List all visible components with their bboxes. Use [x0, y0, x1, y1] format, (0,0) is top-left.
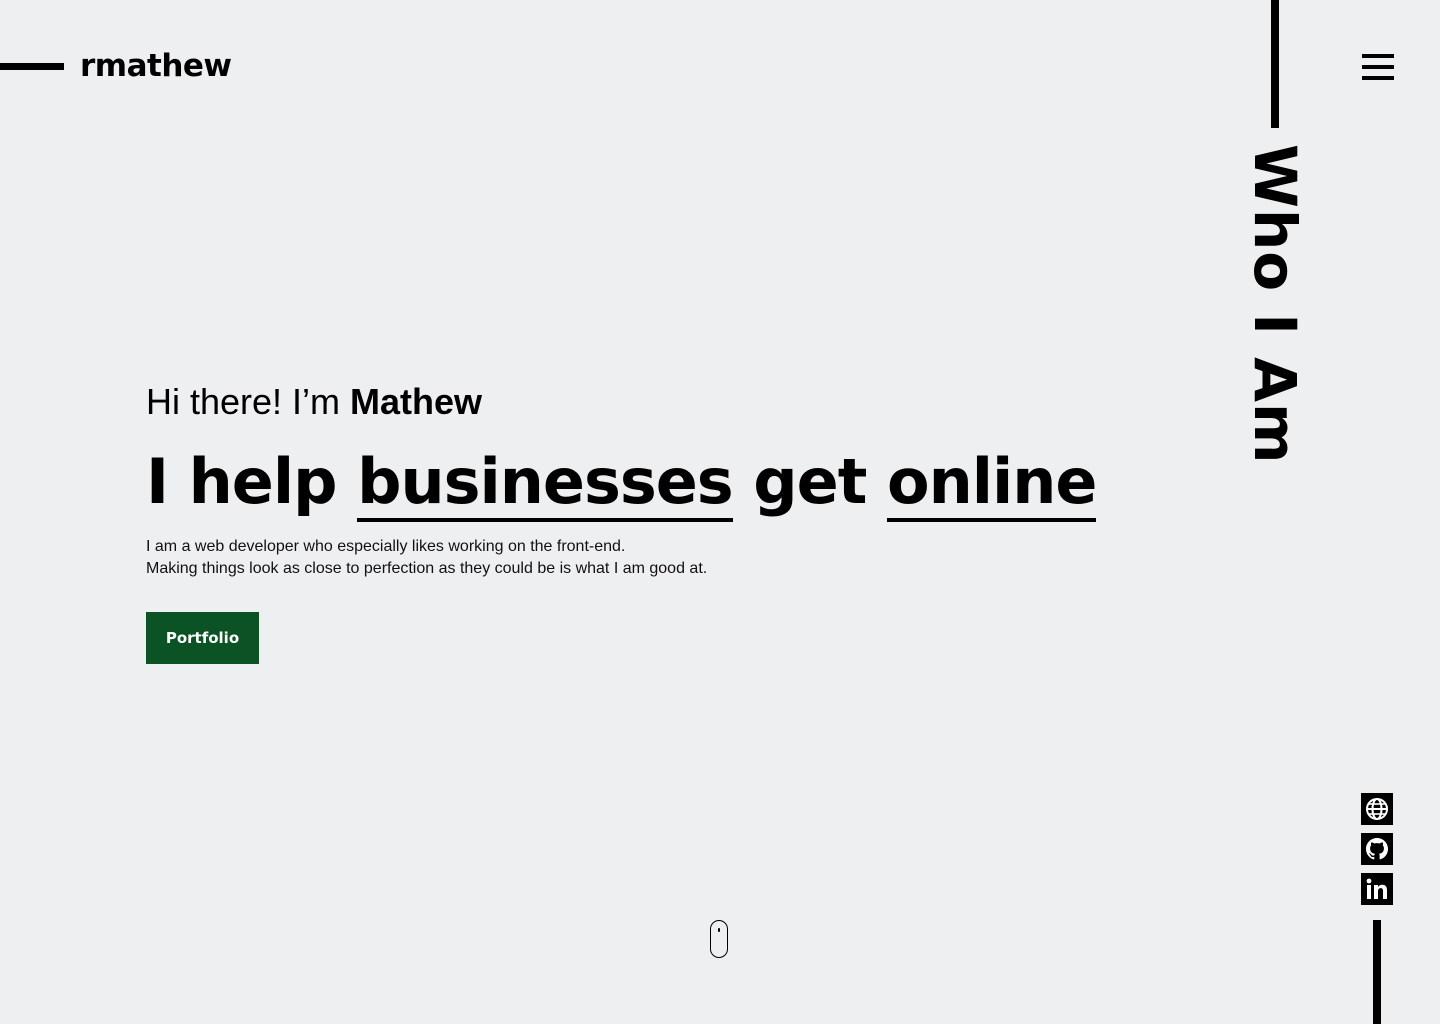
- scroll-mouse-icon: [710, 920, 728, 958]
- headline-underlined-word: businesses: [357, 445, 734, 522]
- headline-word: I help: [146, 445, 337, 518]
- page: rmathew Who I Am Hi there! I’m Mathew I …: [0, 0, 1440, 1024]
- portfolio-button[interactable]: Portfolio: [146, 612, 259, 664]
- greeting-name: Mathew: [350, 381, 483, 422]
- headline: I help businesses get online: [146, 444, 1097, 522]
- github-icon: [1366, 838, 1388, 860]
- headline-underlined-word: online: [886, 445, 1097, 522]
- greeting-prefix: Hi there! I’m: [146, 381, 351, 422]
- globe-icon: [1366, 798, 1388, 820]
- description-line: I am a web developer who especially like…: [146, 538, 626, 555]
- description-line: Making things look as close to perfectio…: [146, 560, 708, 577]
- logo[interactable]: rmathew: [80, 46, 232, 86]
- hamburger-menu-icon-bar: [1362, 65, 1394, 69]
- website-link[interactable]: [1361, 793, 1393, 825]
- vertical-line-bottom: [1373, 920, 1381, 1024]
- headline-word: get: [753, 445, 867, 518]
- section-title: Who I Am: [1241, 144, 1309, 465]
- hamburger-menu-icon: [1362, 54, 1394, 58]
- hamburger-menu-icon-bar: [1362, 76, 1394, 80]
- linkedin-icon: [1366, 878, 1387, 899]
- greeting: Hi there! I’m Mathew: [146, 380, 482, 424]
- logo-bar: [0, 63, 64, 70]
- github-link[interactable]: [1361, 833, 1393, 865]
- vertical-line-top: [1271, 0, 1279, 128]
- linkedin-link[interactable]: [1361, 873, 1393, 905]
- description: I am a web developer who especially like…: [146, 536, 707, 580]
- scroll-wheel-dot: [717, 928, 720, 932]
- social-links: [1361, 793, 1393, 913]
- hamburger-menu-button[interactable]: [1362, 54, 1394, 80]
